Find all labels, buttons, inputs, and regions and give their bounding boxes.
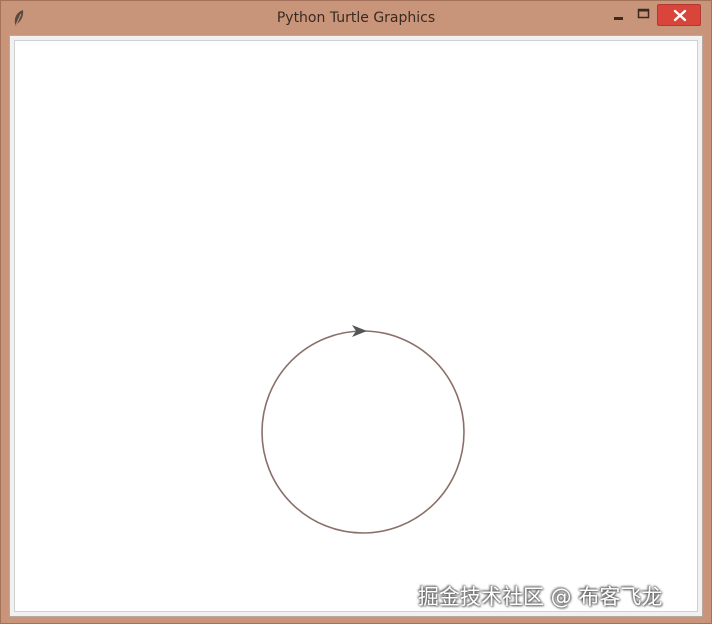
minimize-icon xyxy=(614,17,623,20)
close-button[interactable] xyxy=(657,4,701,26)
title-bar[interactable]: Python Turtle Graphics xyxy=(1,1,711,35)
watermark-text: 掘金技术社区 @ 布客飞龙 xyxy=(418,585,663,609)
close-icon xyxy=(673,9,687,22)
drawing-surface xyxy=(261,325,465,534)
drawn-circle xyxy=(261,330,465,534)
minimize-button[interactable] xyxy=(609,4,629,26)
maximize-icon xyxy=(637,8,650,19)
turtle-window: Python Turtle Graphics xyxy=(0,0,712,624)
maximize-button[interactable] xyxy=(633,4,655,26)
turtle-canvas[interactable] xyxy=(14,40,698,612)
window-title: Python Turtle Graphics xyxy=(276,10,436,26)
client-area xyxy=(9,35,703,617)
